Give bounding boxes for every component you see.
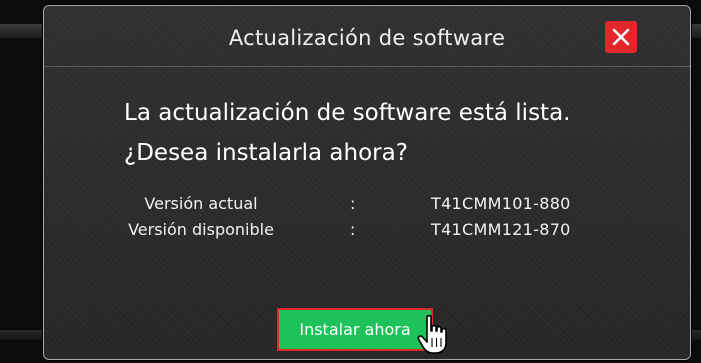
version-separator: : (350, 220, 356, 239)
dialog-title-bar: Actualización de software (44, 6, 690, 67)
version-separator: : (350, 194, 356, 213)
version-value: T41CMM121-870 (431, 220, 571, 239)
version-label: Versión disponible (128, 220, 274, 239)
software-update-dialog: Actualización de software La actualizaci… (43, 5, 691, 360)
version-value: T41CMM101-880 (431, 194, 571, 213)
message-line-2: ¿Desea instalarla ahora? (124, 140, 408, 166)
version-label: Versión actual (144, 194, 258, 213)
install-now-button[interactable]: Instalar ahora (277, 308, 433, 351)
version-row-current: Versión actual : T41CMM101-880 (44, 194, 690, 218)
close-icon (612, 28, 630, 46)
dialog-message: La actualización de software está lista.… (124, 93, 664, 173)
message-line-1: La actualización de software está lista. (124, 100, 571, 126)
close-button[interactable] (605, 21, 637, 53)
dialog-title: Actualización de software (228, 26, 506, 50)
version-row-available: Versión disponible : T41CMM121-870 (44, 220, 690, 244)
hand-pointer-icon (417, 314, 451, 360)
